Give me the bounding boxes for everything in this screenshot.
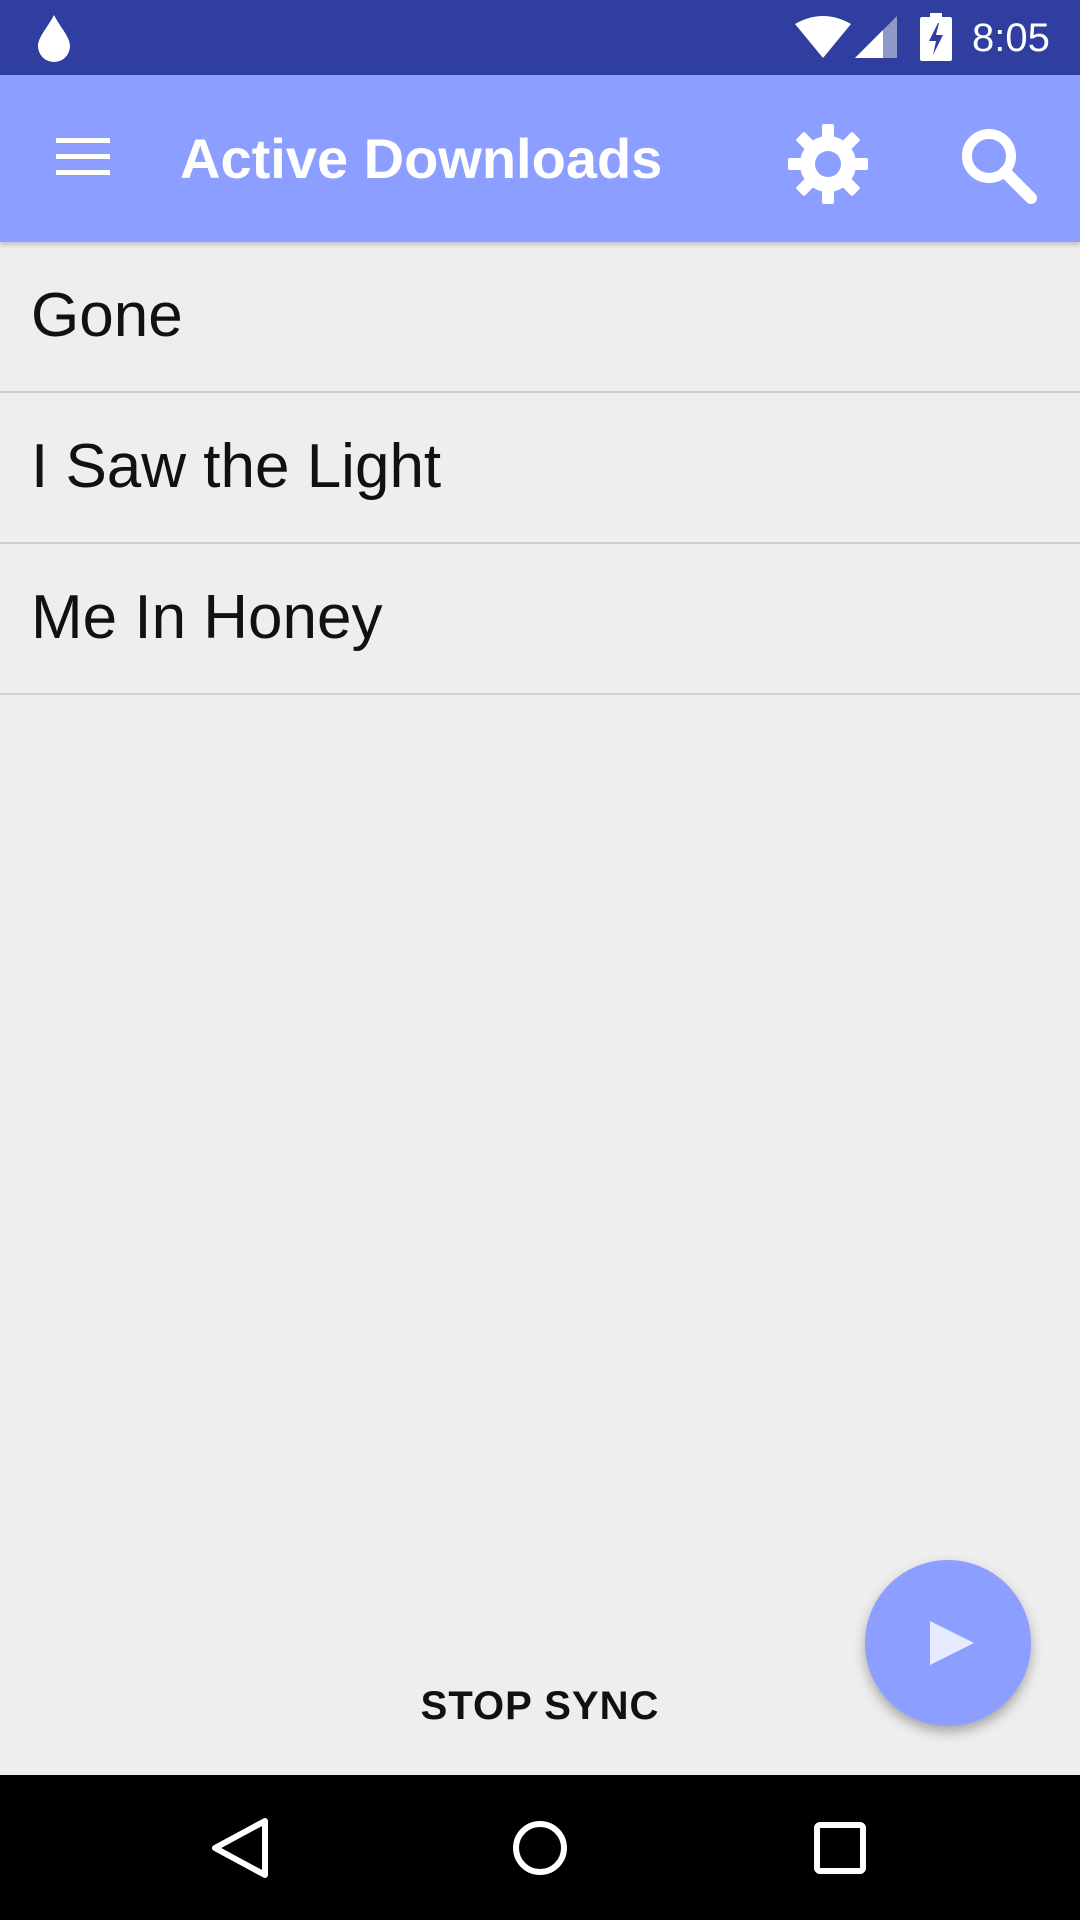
page-title: Active Downloads — [180, 127, 663, 190]
stop-sync-button[interactable]: STOP SYNC — [380, 1676, 700, 1736]
list-item[interactable]: Gone — [0, 242, 1080, 393]
list-item[interactable]: Me In Honey — [0, 544, 1080, 695]
battery-charging-icon — [920, 13, 952, 61]
list-item-title: Me In Honey — [31, 583, 383, 652]
list-item[interactable]: I Saw the Light — [0, 393, 1080, 544]
back-icon[interactable] — [207, 1815, 273, 1881]
status-bar: 8:05 — [0, 0, 1080, 75]
status-time: 8:05 — [972, 16, 1050, 60]
wifi-icon — [795, 16, 851, 58]
app-bar: Active Downloads — [0, 75, 1080, 242]
downloads-list: Gone I Saw the Light Me In Honey — [0, 242, 1080, 695]
play-icon — [930, 1621, 974, 1665]
gear-icon[interactable] — [786, 122, 870, 206]
water-drop-icon — [38, 15, 70, 62]
menu-icon[interactable] — [54, 134, 112, 180]
navigation-bar — [0, 1775, 1080, 1920]
list-item-title: I Saw the Light — [31, 432, 442, 501]
play-button[interactable] — [865, 1560, 1031, 1726]
list-item-title: Gone — [31, 281, 183, 350]
search-icon[interactable] — [955, 122, 1039, 206]
home-icon[interactable] — [507, 1815, 573, 1881]
recents-icon[interactable] — [807, 1815, 873, 1881]
signal-icon — [855, 16, 897, 58]
